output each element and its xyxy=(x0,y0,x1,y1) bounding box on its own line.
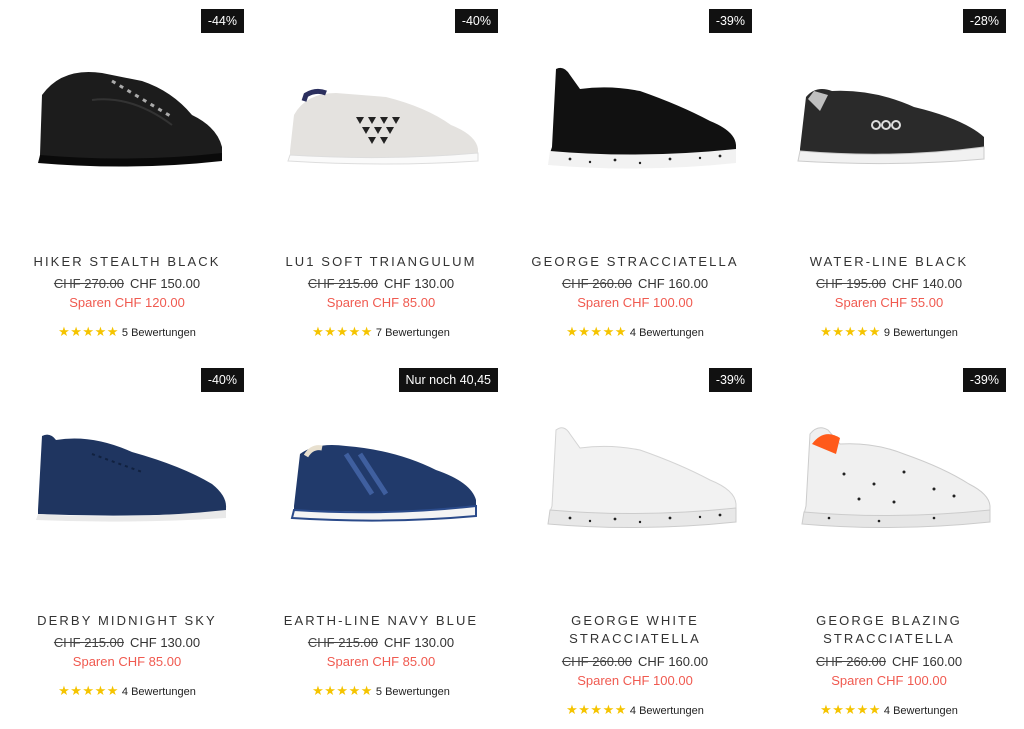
product-image[interactable] xyxy=(22,414,234,534)
sneaker-icon xyxy=(547,427,737,529)
review-count: 5 Bewertungen xyxy=(121,327,196,339)
price: CHF 260.00 CHF 160.00 xyxy=(508,654,762,669)
product-image[interactable] xyxy=(22,55,234,175)
rating[interactable]: ★★★★★ 4 Bewertungen xyxy=(762,702,1016,718)
review-count: 4 Bewertungen xyxy=(629,705,704,717)
product-name[interactable]: LU1 SOFT TRIANGULUM xyxy=(254,253,508,271)
price: CHF 215.00 CHF 130.00 xyxy=(0,635,254,650)
old-price: CHF 260.00 xyxy=(561,654,632,669)
product-card[interactable]: -40% LU1 SOFT TRIANGULUM CHF 215.00 CHF 1… xyxy=(254,0,508,350)
product-grid: -44% HIKER STEALTH BLACK CHF 270.00 CHF 1… xyxy=(0,0,1024,729)
star-icons: ★★★★★ xyxy=(312,683,373,698)
savings: Sparen CHF 55.00 xyxy=(834,295,944,310)
old-price: CHF 260.00 xyxy=(561,276,632,291)
old-price: CHF 260.00 xyxy=(815,654,886,669)
savings: Sparen CHF 100.00 xyxy=(577,673,693,688)
product-name[interactable]: EARTH-LINE NAVY BLUE xyxy=(254,612,508,630)
discount-badge: -39% xyxy=(962,368,1006,392)
product-image[interactable] xyxy=(784,55,996,175)
price: CHF 215.00 CHF 130.00 xyxy=(254,276,508,291)
old-price: CHF 215.00 xyxy=(53,635,124,650)
new-price: CHF 130.00 xyxy=(130,635,201,650)
savings: Sparen CHF 100.00 xyxy=(831,673,947,688)
star-icons: ★★★★★ xyxy=(566,702,627,717)
savings: Sparen CHF 85.00 xyxy=(326,654,436,669)
discount-badge: -44% xyxy=(200,9,244,33)
sneaker-icon xyxy=(287,88,479,165)
review-count: 9 Bewertungen xyxy=(883,327,958,339)
discount-badge: -28% xyxy=(962,9,1006,33)
star-icons: ★★★★★ xyxy=(58,324,119,339)
discount-badge: -39% xyxy=(708,368,752,392)
review-count: 4 Bewertungen xyxy=(883,705,958,717)
shoe-icon xyxy=(36,434,227,522)
sneaker-icon xyxy=(797,89,985,165)
product-image[interactable] xyxy=(276,55,488,175)
new-price: CHF 140.00 xyxy=(892,276,963,291)
discount-badge: -40% xyxy=(454,9,498,33)
product-image[interactable] xyxy=(784,414,996,534)
review-count: 4 Bewertungen xyxy=(629,327,704,339)
new-price: CHF 130.00 xyxy=(384,276,455,291)
product-card[interactable]: -39% GEORGE STRACCIATELLA CHF 260.00 CHF … xyxy=(508,0,762,350)
old-price: CHF 270.00 xyxy=(53,276,124,291)
rating[interactable]: ★★★★★ 7 Bewertungen xyxy=(254,324,508,340)
product-name[interactable]: GEORGE BLAZING STRACCIATELLA xyxy=(762,612,1016,648)
product-image[interactable] xyxy=(530,414,742,534)
review-count: 4 Bewertungen xyxy=(121,686,196,698)
product-image[interactable] xyxy=(276,414,488,534)
review-count: 5 Bewertungen xyxy=(375,686,450,698)
rating[interactable]: ★★★★★ 9 Bewertungen xyxy=(762,324,1016,340)
price: CHF 260.00 CHF 160.00 xyxy=(762,654,1016,669)
product-image[interactable] xyxy=(530,55,742,175)
old-price: CHF 215.00 xyxy=(307,276,378,291)
product-name[interactable]: GEORGE WHITE STRACCIATELLA xyxy=(508,612,762,648)
discount-badge: -39% xyxy=(708,9,752,33)
rating[interactable]: ★★★★★ 5 Bewertungen xyxy=(254,683,508,699)
old-price: CHF 215.00 xyxy=(307,635,378,650)
product-name[interactable]: GEORGE STRACCIATELLA xyxy=(508,253,762,271)
rating[interactable]: ★★★★★ 5 Bewertungen xyxy=(0,324,254,340)
product-card[interactable]: -40% DERBY MIDNIGHT SKY CHF 215.00 CHF 13… xyxy=(0,359,254,709)
star-icons: ★★★★★ xyxy=(820,702,881,717)
sneaker-icon xyxy=(548,67,736,169)
star-icons: ★★★★★ xyxy=(58,683,119,698)
rating[interactable]: ★★★★★ 4 Bewertungen xyxy=(508,702,762,718)
savings: Sparen CHF 85.00 xyxy=(326,295,436,310)
sneaker-icon xyxy=(801,427,991,529)
product-card[interactable]: -39% GEORGE BLAZING STRACCIATELLA CHF 26… xyxy=(762,359,1016,724)
savings: Sparen CHF 120.00 xyxy=(69,295,185,310)
star-icons: ★★★★★ xyxy=(820,324,881,339)
rating[interactable]: ★★★★★ 4 Bewertungen xyxy=(508,324,762,340)
product-card[interactable]: Nur noch 40,45 EARTH-LINE NAVY BLUE CHF … xyxy=(254,359,508,709)
new-price: CHF 160.00 xyxy=(638,654,709,669)
boot-icon xyxy=(38,71,222,167)
price: CHF 270.00 CHF 150.00 xyxy=(0,276,254,291)
old-price: CHF 195.00 xyxy=(815,276,886,291)
product-card[interactable]: -44% HIKER STEALTH BLACK CHF 270.00 CHF 1… xyxy=(0,0,254,350)
discount-badge: -40% xyxy=(200,368,244,392)
product-card[interactable]: -28% WATER-LINE BLACK CHF 195.00 CHF 140.… xyxy=(762,0,1016,350)
sneaker-icon xyxy=(290,445,477,522)
rating[interactable]: ★★★★★ 4 Bewertungen xyxy=(0,683,254,699)
price: CHF 260.00 CHF 160.00 xyxy=(508,276,762,291)
product-card[interactable]: -39% GEORGE WHITE STRACCIATELLA CHF 260.… xyxy=(508,359,762,724)
new-price: CHF 150.00 xyxy=(130,276,201,291)
discount-badge: Nur noch 40,45 xyxy=(398,368,498,392)
product-name[interactable]: WATER-LINE BLACK xyxy=(762,253,1016,271)
new-price: CHF 130.00 xyxy=(384,635,455,650)
star-icons: ★★★★★ xyxy=(566,324,627,339)
price: CHF 215.00 CHF 130.00 xyxy=(254,635,508,650)
product-name[interactable]: DERBY MIDNIGHT SKY xyxy=(0,612,254,630)
new-price: CHF 160.00 xyxy=(892,654,963,669)
price: CHF 195.00 CHF 140.00 xyxy=(762,276,1016,291)
savings: Sparen CHF 85.00 xyxy=(72,654,182,669)
savings: Sparen CHF 100.00 xyxy=(577,295,693,310)
star-icons: ★★★★★ xyxy=(312,324,373,339)
product-name[interactable]: HIKER STEALTH BLACK xyxy=(0,253,254,271)
new-price: CHF 160.00 xyxy=(638,276,709,291)
review-count: 7 Bewertungen xyxy=(375,327,450,339)
